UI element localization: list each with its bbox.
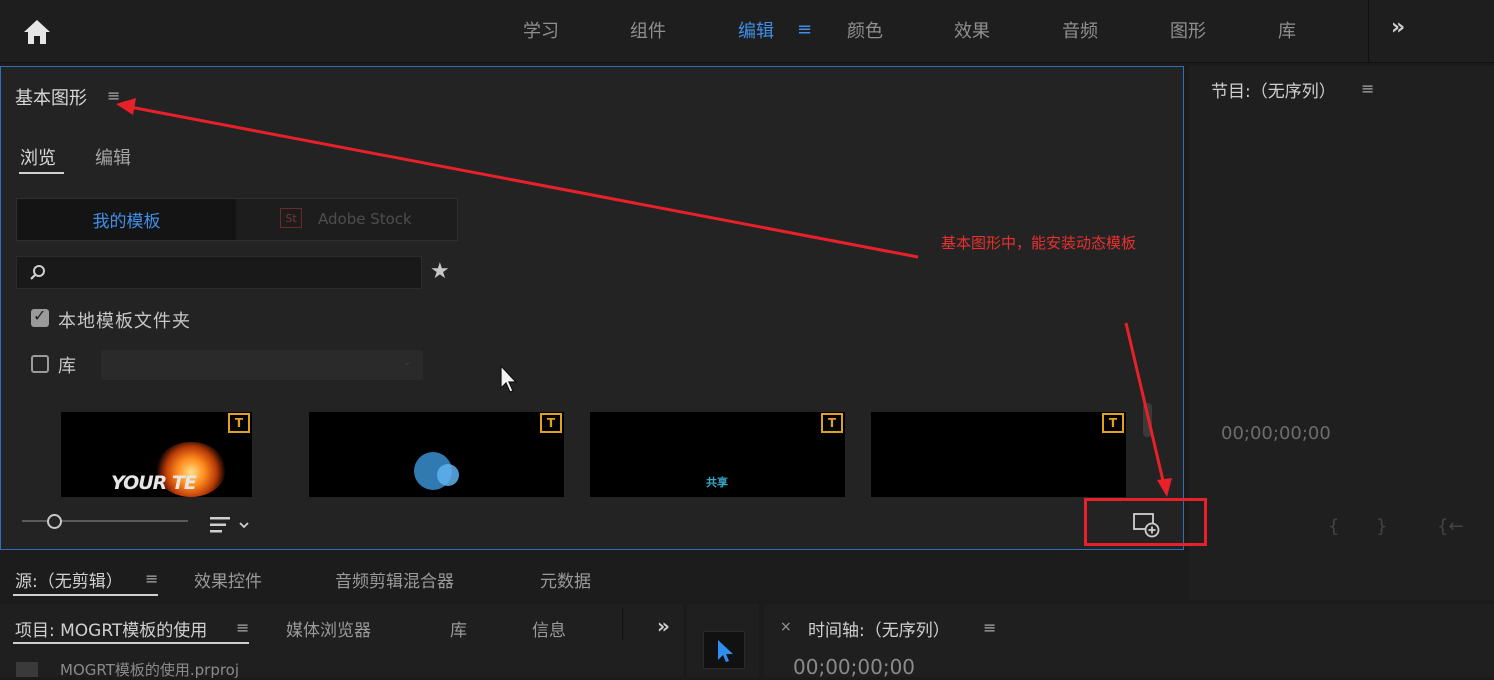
annotation-arrows — [116, 98, 1172, 497]
annotation-highlight-box — [1084, 498, 1207, 546]
annotation-text: 基本图形中，能安装动态模板 — [941, 234, 1137, 252]
